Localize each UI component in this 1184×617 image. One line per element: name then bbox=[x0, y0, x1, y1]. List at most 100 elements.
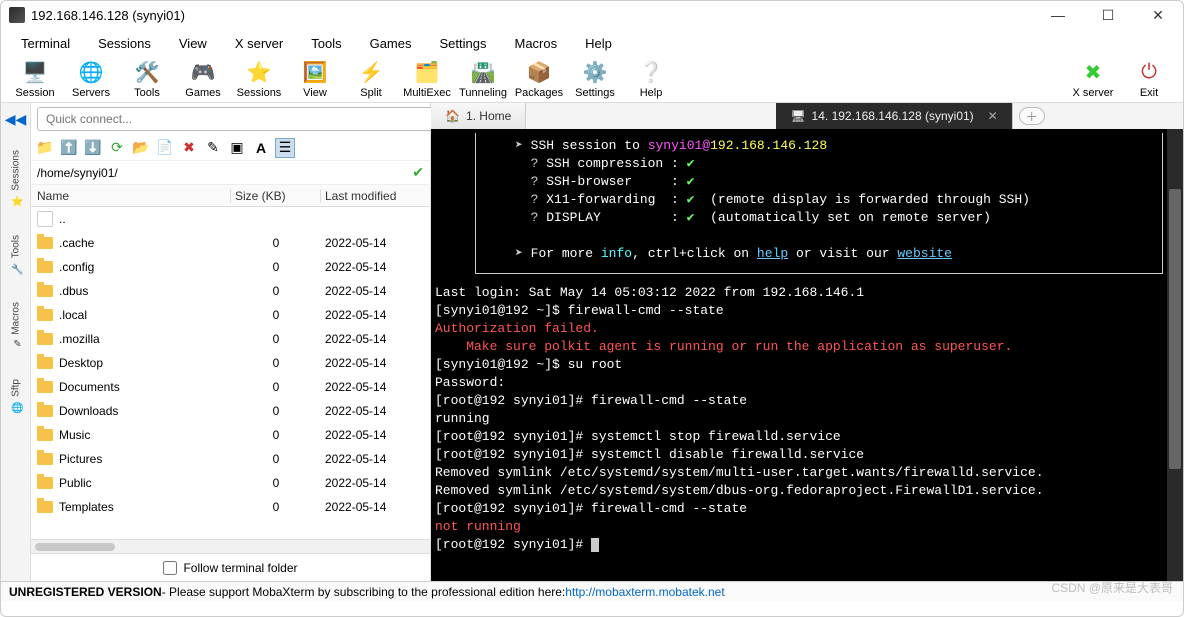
menu-view[interactable]: View bbox=[167, 34, 219, 53]
table-row[interactable]: Public02022-05-14 bbox=[31, 471, 430, 495]
file-list: .. .cache02022-05-14.config02022-05-14.d… bbox=[31, 207, 430, 539]
menu-tools[interactable]: Tools bbox=[299, 34, 353, 53]
table-row[interactable]: .local02022-05-14 bbox=[31, 303, 430, 327]
tunneling-icon: 🛣️ bbox=[470, 59, 496, 85]
folder-icon[interactable]: 📁 bbox=[35, 138, 55, 158]
sftp-toolbar: 📁 ⬆️ ⬇️ ⟳ 📂 📄 ✖ ✎ ▣ A ☰ bbox=[31, 135, 430, 161]
folder-icon bbox=[37, 477, 53, 489]
terminal-area: 🏠1. Home 🖥14. 192.168.146.128 (synyi01)✕… bbox=[431, 103, 1183, 581]
terminal-scrollbar[interactable] bbox=[1167, 129, 1183, 581]
menu-settings[interactable]: Settings bbox=[428, 34, 499, 53]
col-name[interactable]: Name bbox=[31, 189, 231, 203]
tab-close-icon[interactable]: ✕ bbox=[988, 109, 998, 123]
tb-sessions[interactable]: ⭐Sessions bbox=[231, 59, 287, 99]
folder-icon bbox=[37, 357, 53, 369]
status-link[interactable]: http://mobaxterm.mobatek.net bbox=[565, 585, 724, 599]
macro-icon: ✎ bbox=[9, 339, 23, 353]
table-row[interactable]: .cache02022-05-14 bbox=[31, 231, 430, 255]
tb-servers[interactable]: 🌐Servers bbox=[63, 59, 119, 99]
home-icon: 🏠 bbox=[445, 109, 460, 123]
newfolder-icon[interactable]: 📂 bbox=[131, 138, 151, 158]
tb-games[interactable]: 🎮Games bbox=[175, 59, 231, 99]
download-icon[interactable]: ⬇️ bbox=[83, 138, 103, 158]
col-modified[interactable]: Last modified bbox=[321, 189, 430, 203]
close-button[interactable]: ✕ bbox=[1147, 5, 1169, 25]
table-row[interactable]: Desktop02022-05-14 bbox=[31, 351, 430, 375]
split-icon: ⚡ bbox=[358, 59, 384, 85]
table-row[interactable]: .config02022-05-14 bbox=[31, 255, 430, 279]
minimize-button[interactable]: ― bbox=[1047, 5, 1069, 25]
follow-label: Follow terminal folder bbox=[183, 561, 297, 575]
folder-icon bbox=[37, 381, 53, 393]
hscrollbar[interactable] bbox=[31, 539, 430, 553]
text-icon[interactable]: A bbox=[251, 138, 271, 158]
folder-icon bbox=[37, 429, 53, 441]
sidetab-sftp[interactable]: 🌐Sftp bbox=[7, 373, 25, 421]
tb-tools[interactable]: 🛠️Tools bbox=[119, 59, 175, 99]
table-row[interactable]: Pictures02022-05-14 bbox=[31, 447, 430, 471]
status-text: - Please support MobaXterm by subscribin… bbox=[162, 585, 566, 599]
session-icon: 🖥️ bbox=[22, 59, 48, 85]
table-row[interactable]: Templates02022-05-14 bbox=[31, 495, 430, 519]
folder-icon bbox=[37, 453, 53, 465]
menu-sessions[interactable]: Sessions bbox=[86, 34, 163, 53]
sftp-panel: 📁 ⬆️ ⬇️ ⟳ 📂 📄 ✖ ✎ ▣ A ☰ ✔ Name Size (KB)… bbox=[31, 103, 431, 581]
tab-home[interactable]: 🏠1. Home bbox=[431, 103, 526, 129]
tb-session[interactable]: 🖥️Session bbox=[7, 59, 63, 99]
monitor-icon: 🖥 bbox=[790, 109, 805, 123]
folder-icon bbox=[37, 309, 53, 321]
side-tabs: ◀◀ ⭐Sessions 🔧Tools ✎Macros 🌐Sftp bbox=[1, 103, 31, 581]
new-tab-button[interactable]: ＋ bbox=[1019, 107, 1045, 125]
tab-ssh-session[interactable]: 🖥14. 192.168.146.128 (synyi01)✕ bbox=[776, 103, 1012, 129]
star-icon: ⭐ bbox=[9, 195, 23, 209]
app-icon bbox=[9, 7, 25, 23]
follow-terminal-checkbox[interactable] bbox=[163, 561, 177, 575]
terminal-output[interactable]: ➤ SSH session to synyi01@192.168.146.128… bbox=[431, 129, 1183, 581]
menu-terminal[interactable]: Terminal bbox=[9, 34, 82, 53]
table-row[interactable]: .dbus02022-05-14 bbox=[31, 279, 430, 303]
table-row[interactable]: .mozilla02022-05-14 bbox=[31, 327, 430, 351]
tb-packages[interactable]: 📦Packages bbox=[511, 59, 567, 99]
menu-macros[interactable]: Macros bbox=[502, 34, 569, 53]
terminal-tabs: 🏠1. Home 🖥14. 192.168.146.128 (synyi01)✕… bbox=[431, 103, 1183, 129]
terminal-icon[interactable]: ▣ bbox=[227, 138, 247, 158]
table-row[interactable]: Downloads02022-05-14 bbox=[31, 399, 430, 423]
tb-exit[interactable]: ⏻Exit bbox=[1121, 59, 1177, 99]
up-icon bbox=[37, 211, 53, 227]
maximize-button[interactable]: ☐ bbox=[1097, 5, 1119, 25]
tb-xserver[interactable]: ✖X server bbox=[1065, 59, 1121, 99]
table-row[interactable]: Documents02022-05-14 bbox=[31, 375, 430, 399]
tb-help[interactable]: ❔Help bbox=[623, 59, 679, 99]
refresh-icon[interactable]: ⟳ bbox=[107, 138, 127, 158]
check-icon: ✔ bbox=[412, 164, 424, 181]
quick-connect-input[interactable] bbox=[37, 107, 453, 131]
sftp-path-input[interactable] bbox=[37, 166, 412, 180]
tb-multiexec[interactable]: 🗂️MultiExec bbox=[399, 59, 455, 99]
details-icon[interactable]: ☰ bbox=[275, 138, 295, 158]
window-title: 192.168.146.128 (synyi01) bbox=[31, 8, 185, 23]
menu-games[interactable]: Games bbox=[358, 34, 424, 53]
games-icon: 🎮 bbox=[190, 59, 216, 85]
col-size[interactable]: Size (KB) bbox=[231, 189, 321, 203]
upload-icon[interactable]: ⬆️ bbox=[59, 138, 79, 158]
tb-tunneling[interactable]: 🛣️Tunneling bbox=[455, 59, 511, 99]
sidetab-sessions[interactable]: ⭐Sessions bbox=[7, 144, 25, 215]
status-bar: UNREGISTERED VERSION - Please support Mo… bbox=[1, 581, 1183, 601]
sidetab-macros[interactable]: ✎Macros bbox=[7, 296, 25, 359]
parent-row[interactable]: .. bbox=[31, 207, 430, 231]
folder-icon bbox=[37, 405, 53, 417]
edit-icon[interactable]: ✎ bbox=[203, 138, 223, 158]
folder-icon bbox=[37, 261, 53, 273]
delete-icon[interactable]: ✖ bbox=[179, 138, 199, 158]
menu-help[interactable]: Help bbox=[573, 34, 624, 53]
tb-settings[interactable]: ⚙️Settings bbox=[567, 59, 623, 99]
tb-view[interactable]: 🖼️View bbox=[287, 59, 343, 99]
table-row[interactable]: Music02022-05-14 bbox=[31, 423, 430, 447]
tools-icon: 🛠️ bbox=[134, 59, 160, 85]
collapse-panel-icon[interactable]: ◀◀ bbox=[3, 109, 29, 130]
menu-xserver[interactable]: X server bbox=[223, 34, 295, 53]
sidetab-tools[interactable]: 🔧Tools bbox=[7, 229, 25, 282]
tb-split[interactable]: ⚡Split bbox=[343, 59, 399, 99]
newfile-icon[interactable]: 📄 bbox=[155, 138, 175, 158]
toolbar: 🖥️Session 🌐Servers 🛠️Tools 🎮Games ⭐Sessi… bbox=[1, 57, 1183, 103]
